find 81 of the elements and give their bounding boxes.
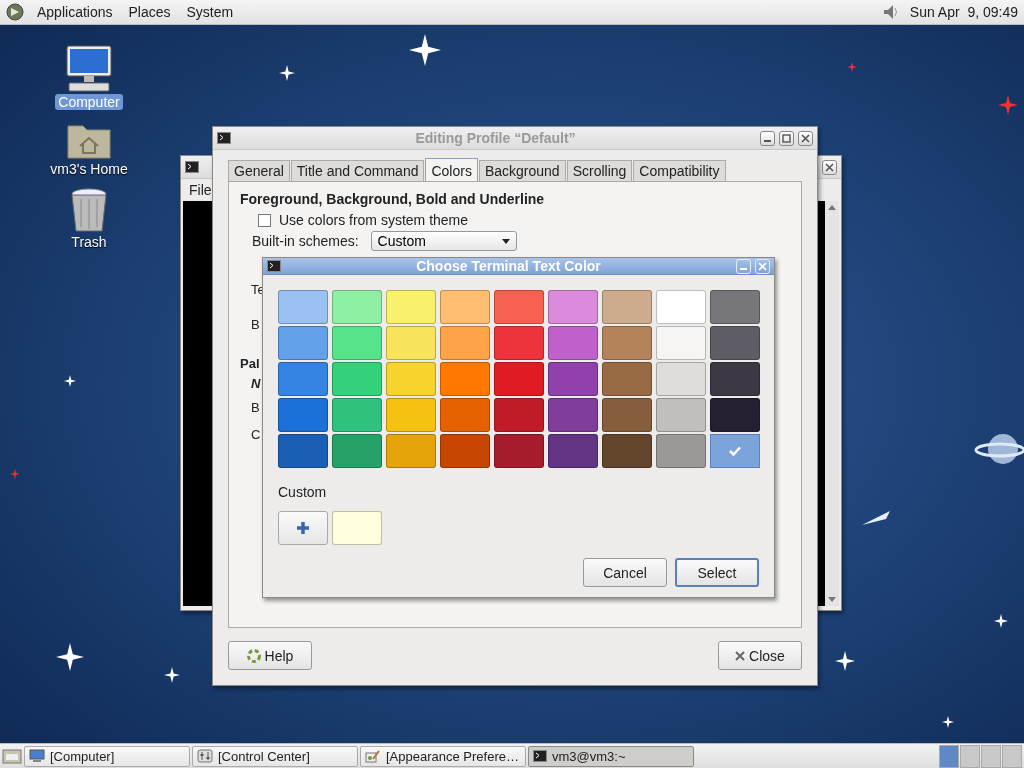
workspace-button[interactable] — [960, 744, 980, 768]
checkbox[interactable] — [258, 213, 271, 227]
volume-icon[interactable] — [881, 3, 900, 21]
down-arrow-icon[interactable] — [828, 597, 836, 602]
taskbar-button[interactable]: [Control Center] — [192, 745, 358, 767]
desktop-icon-label[interactable]: vm3's Home — [47, 161, 131, 177]
maximize-button[interactable] — [779, 130, 794, 146]
clock[interactable]: Sun Apr 9, 09:49 — [909, 4, 1018, 20]
trash-icon[interactable] — [69, 187, 109, 233]
terminal-icon — [533, 750, 547, 762]
workspace-button[interactable] — [981, 744, 1001, 768]
taskbar-button[interactable]: [Computer] — [24, 745, 190, 767]
menu-item[interactable]: Places — [125, 2, 174, 22]
workspace-button[interactable] — [1002, 744, 1022, 768]
tab[interactable]: Colors — [425, 158, 478, 182]
taskbar-button[interactable]: [Appearance Prefere… — [360, 745, 526, 767]
section-heading: Pal — [240, 356, 260, 371]
field-label: B — [251, 317, 260, 332]
computer-icon — [29, 749, 45, 763]
close-icon — [758, 261, 767, 271]
paint-icon — [365, 749, 381, 763]
minimize-icon — [763, 139, 772, 142]
star-icon — [279, 65, 295, 81]
field-label: B — [251, 400, 260, 415]
color-swatch[interactable] — [710, 434, 760, 468]
help-button[interactable]: Help — [228, 641, 312, 670]
menu-item[interactable]: File — [189, 182, 212, 198]
section-heading: Foreground, Background, Bold and Underline — [240, 191, 546, 207]
planet-drawing — [974, 434, 1024, 464]
scheme-dropdown[interactable]: Custom — [370, 231, 517, 251]
rocket-drawing — [862, 511, 890, 525]
star-icon — [942, 716, 954, 728]
close-icon — [735, 650, 746, 661]
show-desktop-icon[interactable] — [2, 747, 22, 765]
star-icon — [409, 34, 441, 66]
field-label: Built-in schemes: — [252, 233, 359, 249]
field-label: N — [251, 376, 261, 391]
close-button[interactable] — [822, 159, 837, 175]
menu-item[interactable]: Applications — [34, 2, 116, 22]
window-title: Choose Terminal Text Color — [415, 258, 602, 274]
tab[interactable]: Scrolling — [566, 160, 633, 181]
add-color-button[interactable] — [278, 511, 328, 545]
terminal-icon — [217, 132, 231, 144]
workspace-button[interactable] — [939, 744, 959, 768]
computer-icon[interactable] — [63, 45, 115, 93]
star-icon — [10, 469, 20, 479]
tab[interactable]: Title and Command — [290, 160, 425, 181]
window-title: Editing Profile “Default” — [414, 130, 577, 146]
checkbox-label: Use colors from system theme — [279, 212, 469, 228]
menu-item[interactable]: System — [183, 2, 237, 22]
tab[interactable]: Background — [478, 160, 566, 181]
star-icon — [64, 375, 76, 387]
scrollbar[interactable] — [825, 201, 839, 606]
star-icon — [998, 95, 1018, 115]
star-icon — [56, 643, 84, 671]
minimize-button[interactable] — [760, 130, 775, 146]
close-button[interactable]: Close — [718, 641, 802, 670]
checkmark-icon — [729, 446, 741, 456]
desktop-icon-label[interactable]: Trash — [68, 234, 110, 250]
up-arrow-icon[interactable] — [828, 205, 836, 210]
star-icon — [164, 667, 180, 683]
help-icon — [246, 648, 261, 663]
tab[interactable]: Compatibility — [633, 160, 726, 181]
caret-icon — [501, 238, 510, 244]
tab[interactable]: General — [228, 160, 290, 181]
star-icon — [847, 62, 857, 72]
logo-icon[interactable] — [6, 3, 24, 21]
field-label: C — [251, 427, 261, 442]
terminal-icon — [185, 161, 199, 173]
dialog-button[interactable]: Cancel — [583, 558, 667, 587]
plus-icon — [296, 521, 310, 535]
control-panel-icon — [197, 749, 213, 763]
dialog-button[interactable]: Select — [675, 558, 759, 587]
minimize-icon — [739, 267, 748, 270]
close-button[interactable] — [798, 130, 813, 146]
star-icon — [994, 614, 1008, 628]
terminal-icon — [267, 260, 281, 272]
taskbar-button[interactable]: vm3@vm3:~ — [528, 745, 694, 767]
star-icon — [835, 651, 855, 671]
section-label: Custom — [278, 484, 328, 500]
maximize-icon — [782, 133, 791, 143]
